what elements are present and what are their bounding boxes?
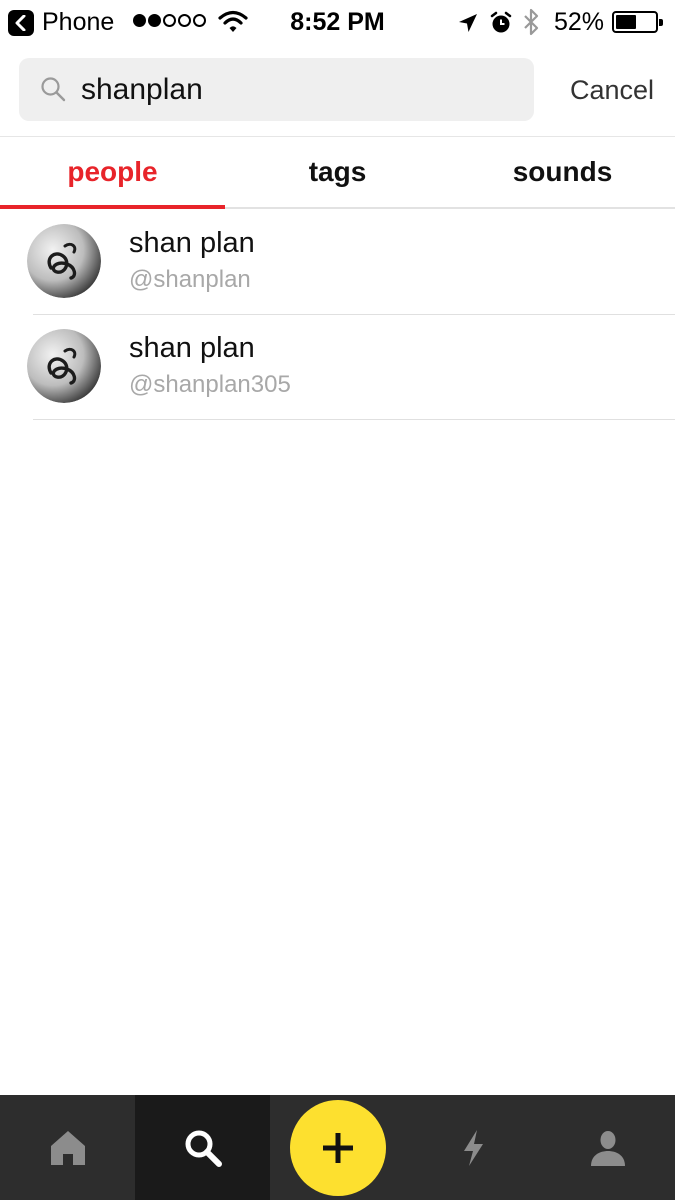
search-icon bbox=[39, 75, 69, 110]
battery-icon bbox=[612, 11, 663, 33]
display-name: shan plan bbox=[129, 332, 255, 364]
nav-create[interactable] bbox=[270, 1095, 405, 1200]
avatar[interactable] bbox=[27, 224, 101, 298]
nav-activity[interactable] bbox=[405, 1095, 540, 1200]
results-list: shan plan @shanplan shan plan @shanplan3… bbox=[0, 210, 675, 420]
tab-tags[interactable]: tags bbox=[225, 137, 450, 207]
tab-sounds[interactable]: sounds bbox=[450, 137, 675, 207]
search-icon bbox=[185, 1130, 222, 1167]
bottom-nav bbox=[0, 1095, 675, 1200]
list-item[interactable]: shan plan @shanplan bbox=[0, 210, 675, 315]
bluetooth-icon bbox=[521, 8, 541, 41]
activity-bolt-icon bbox=[463, 1129, 483, 1166]
search-bar[interactable] bbox=[19, 58, 534, 121]
username: @shanplan bbox=[129, 266, 251, 293]
nav-home[interactable] bbox=[0, 1095, 135, 1200]
divider bbox=[33, 419, 675, 420]
avatar[interactable] bbox=[27, 329, 101, 403]
nav-search[interactable] bbox=[135, 1095, 270, 1200]
create-plus-icon bbox=[322, 1132, 353, 1163]
battery-fill bbox=[616, 15, 636, 29]
profile-icon bbox=[590, 1130, 625, 1166]
status-bar: Phone 8:52 PM 52% bbox=[0, 0, 675, 44]
search-input[interactable] bbox=[81, 58, 521, 121]
tab-people[interactable]: people bbox=[0, 137, 225, 209]
search-tabs: people tags sounds bbox=[0, 137, 675, 209]
cancel-button[interactable]: Cancel bbox=[557, 70, 667, 110]
home-icon bbox=[50, 1130, 85, 1165]
nav-profile[interactable] bbox=[540, 1095, 675, 1200]
battery-nub bbox=[659, 19, 663, 26]
list-item[interactable]: shan plan @shanplan305 bbox=[0, 315, 675, 420]
battery-percent: 52% bbox=[554, 8, 605, 36]
location-icon bbox=[457, 12, 479, 39]
display-name: shan plan bbox=[129, 227, 255, 259]
username: @shanplan305 bbox=[129, 371, 291, 398]
alarm-icon bbox=[489, 11, 513, 40]
